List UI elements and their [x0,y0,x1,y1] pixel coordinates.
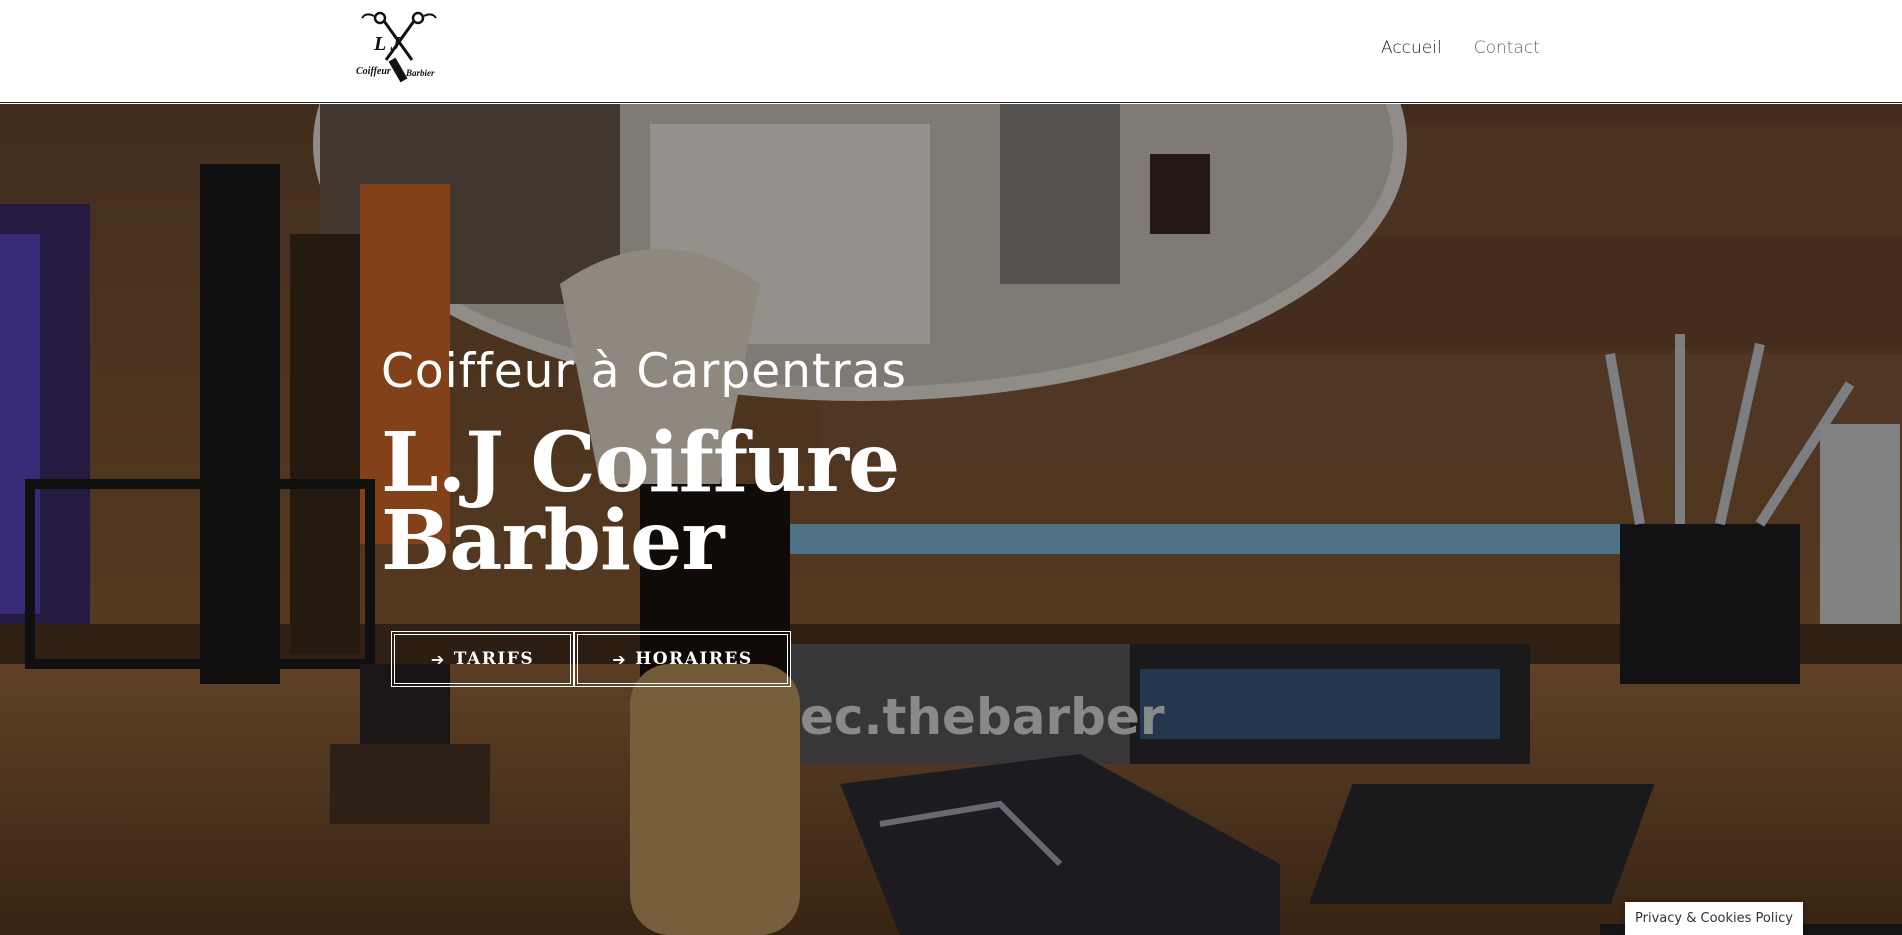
tarifs-button-label: TARIFS [453,649,535,669]
logo-initials: L J [373,33,401,55]
hero-section: ec.thebarber Coiffeur à Carpentras L.J C… [0,104,1902,935]
hero-title: L.J Coiffure Barbier [381,422,981,582]
horaires-button-label: HORAIRES [635,649,753,669]
hero-subtitle: Coiffeur à Carpentras [381,344,907,399]
horaires-button[interactable]: ➔ HORAIRES [574,631,791,687]
scissors-comb-logo-icon: L J Coiffeur Barbier [356,11,437,83]
nav-item-accueil[interactable]: Accueil [1381,38,1442,58]
privacy-cookies-button[interactable]: Privacy & Cookies Policy [1625,902,1803,935]
arrow-right-icon: ➔ [430,649,446,669]
tarifs-button[interactable]: ➔ TARIFS [391,631,574,687]
nav-item-contact[interactable]: Contact [1474,38,1540,58]
logo-left-word: Coiffeur [356,66,391,77]
logo-right-word: Barbier [405,68,435,78]
hero-title-line2: Barbier [381,493,725,589]
site-logo[interactable]: L J Coiffeur Barbier [356,10,442,86]
site-header: L J Coiffeur Barbier Accueil Contact [0,0,1902,103]
arrow-right-icon: ➔ [612,649,628,669]
main-nav: Accueil Contact [1381,38,1540,58]
